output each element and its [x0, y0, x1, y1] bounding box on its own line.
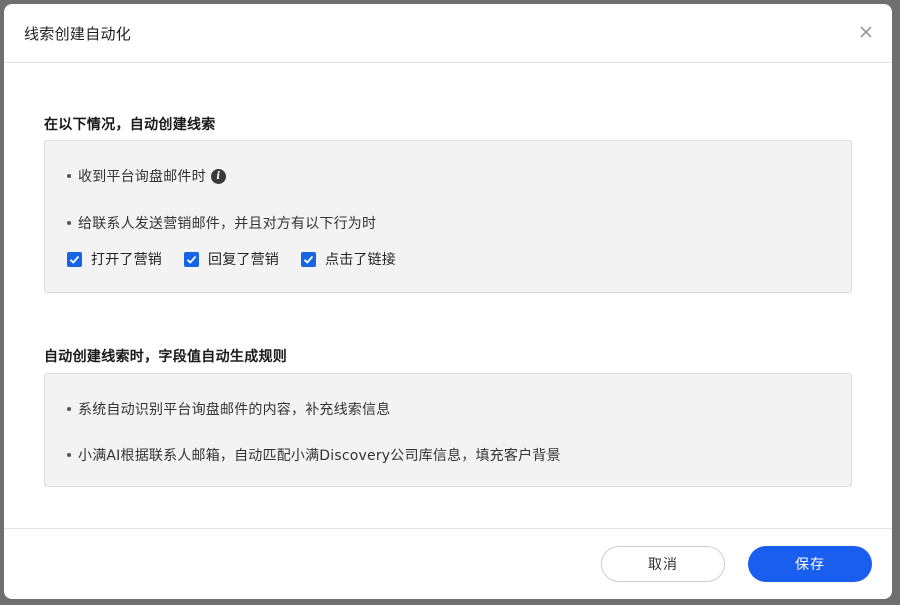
rule-inquiry-parse: 系统自动识别平台询盘邮件的内容，补充线索信息 — [67, 399, 390, 419]
bullet-icon — [67, 221, 71, 225]
bullet-icon — [67, 174, 71, 178]
dialog-header: 线索创建自动化 — [4, 4, 892, 63]
checkbox-opened[interactable]: 打开了营销 — [67, 249, 162, 269]
bullet-icon — [67, 453, 71, 457]
trigger-panel: 收到平台询盘邮件时 i 给联系人发送营销邮件，并且对方有以下行为时 打开了营销 … — [44, 140, 852, 293]
dialog-title: 线索创建自动化 — [24, 25, 132, 43]
rule-inquiry: 收到平台询盘邮件时 i — [67, 166, 226, 186]
rule-marketing-text: 给联系人发送营销邮件，并且对方有以下行为时 — [78, 216, 377, 232]
section-title-trigger: 在以下情况，自动创建线索 — [44, 117, 216, 133]
close-icon[interactable] — [856, 22, 876, 42]
checkbox-checked-icon[interactable] — [301, 251, 316, 267]
checkbox-clicked-link[interactable]: 点击了链接 — [301, 249, 396, 269]
rules-panel: 系统自动识别平台询盘邮件的内容，补充线索信息 小满AI根据联系人邮箱，自动匹配小… — [44, 373, 852, 487]
bullet-icon — [67, 407, 71, 411]
checkbox-checked-icon[interactable] — [67, 251, 82, 267]
behavior-checkboxes: 打开了营销 回复了营销 点击了链接 — [67, 249, 418, 269]
checkbox-replied[interactable]: 回复了营销 — [184, 249, 279, 269]
cancel-button[interactable]: 取消 — [601, 546, 725, 582]
rule-marketing: 给联系人发送营销邮件，并且对方有以下行为时 — [67, 213, 376, 233]
dialog: 线索创建自动化 在以下情况，自动创建线索 收到平台询盘邮件时 i 给联系人发送营… — [4, 4, 892, 599]
dialog-footer: 取消 保存 — [4, 528, 892, 599]
checkbox-label: 回复了营销 — [208, 252, 279, 268]
rule-inquiry-parse-text: 系统自动识别平台询盘邮件的内容，补充线索信息 — [78, 402, 391, 418]
checkbox-checked-icon[interactable] — [184, 251, 199, 267]
rule-ai-match: 小满AI根据联系人邮箱，自动匹配小满Discovery公司库信息，填充客户背景 — [67, 445, 561, 465]
save-button[interactable]: 保存 — [748, 546, 872, 582]
checkbox-label: 打开了营销 — [91, 252, 162, 268]
checkbox-label: 点击了链接 — [325, 252, 396, 268]
rule-ai-match-text: 小满AI根据联系人邮箱，自动匹配小满Discovery公司库信息，填充客户背景 — [78, 448, 561, 464]
rule-inquiry-text: 收到平台询盘邮件时 — [78, 169, 206, 185]
info-icon[interactable]: i — [210, 168, 226, 184]
section-title-rules: 自动创建线索时，字段值自动生成规则 — [44, 349, 288, 365]
